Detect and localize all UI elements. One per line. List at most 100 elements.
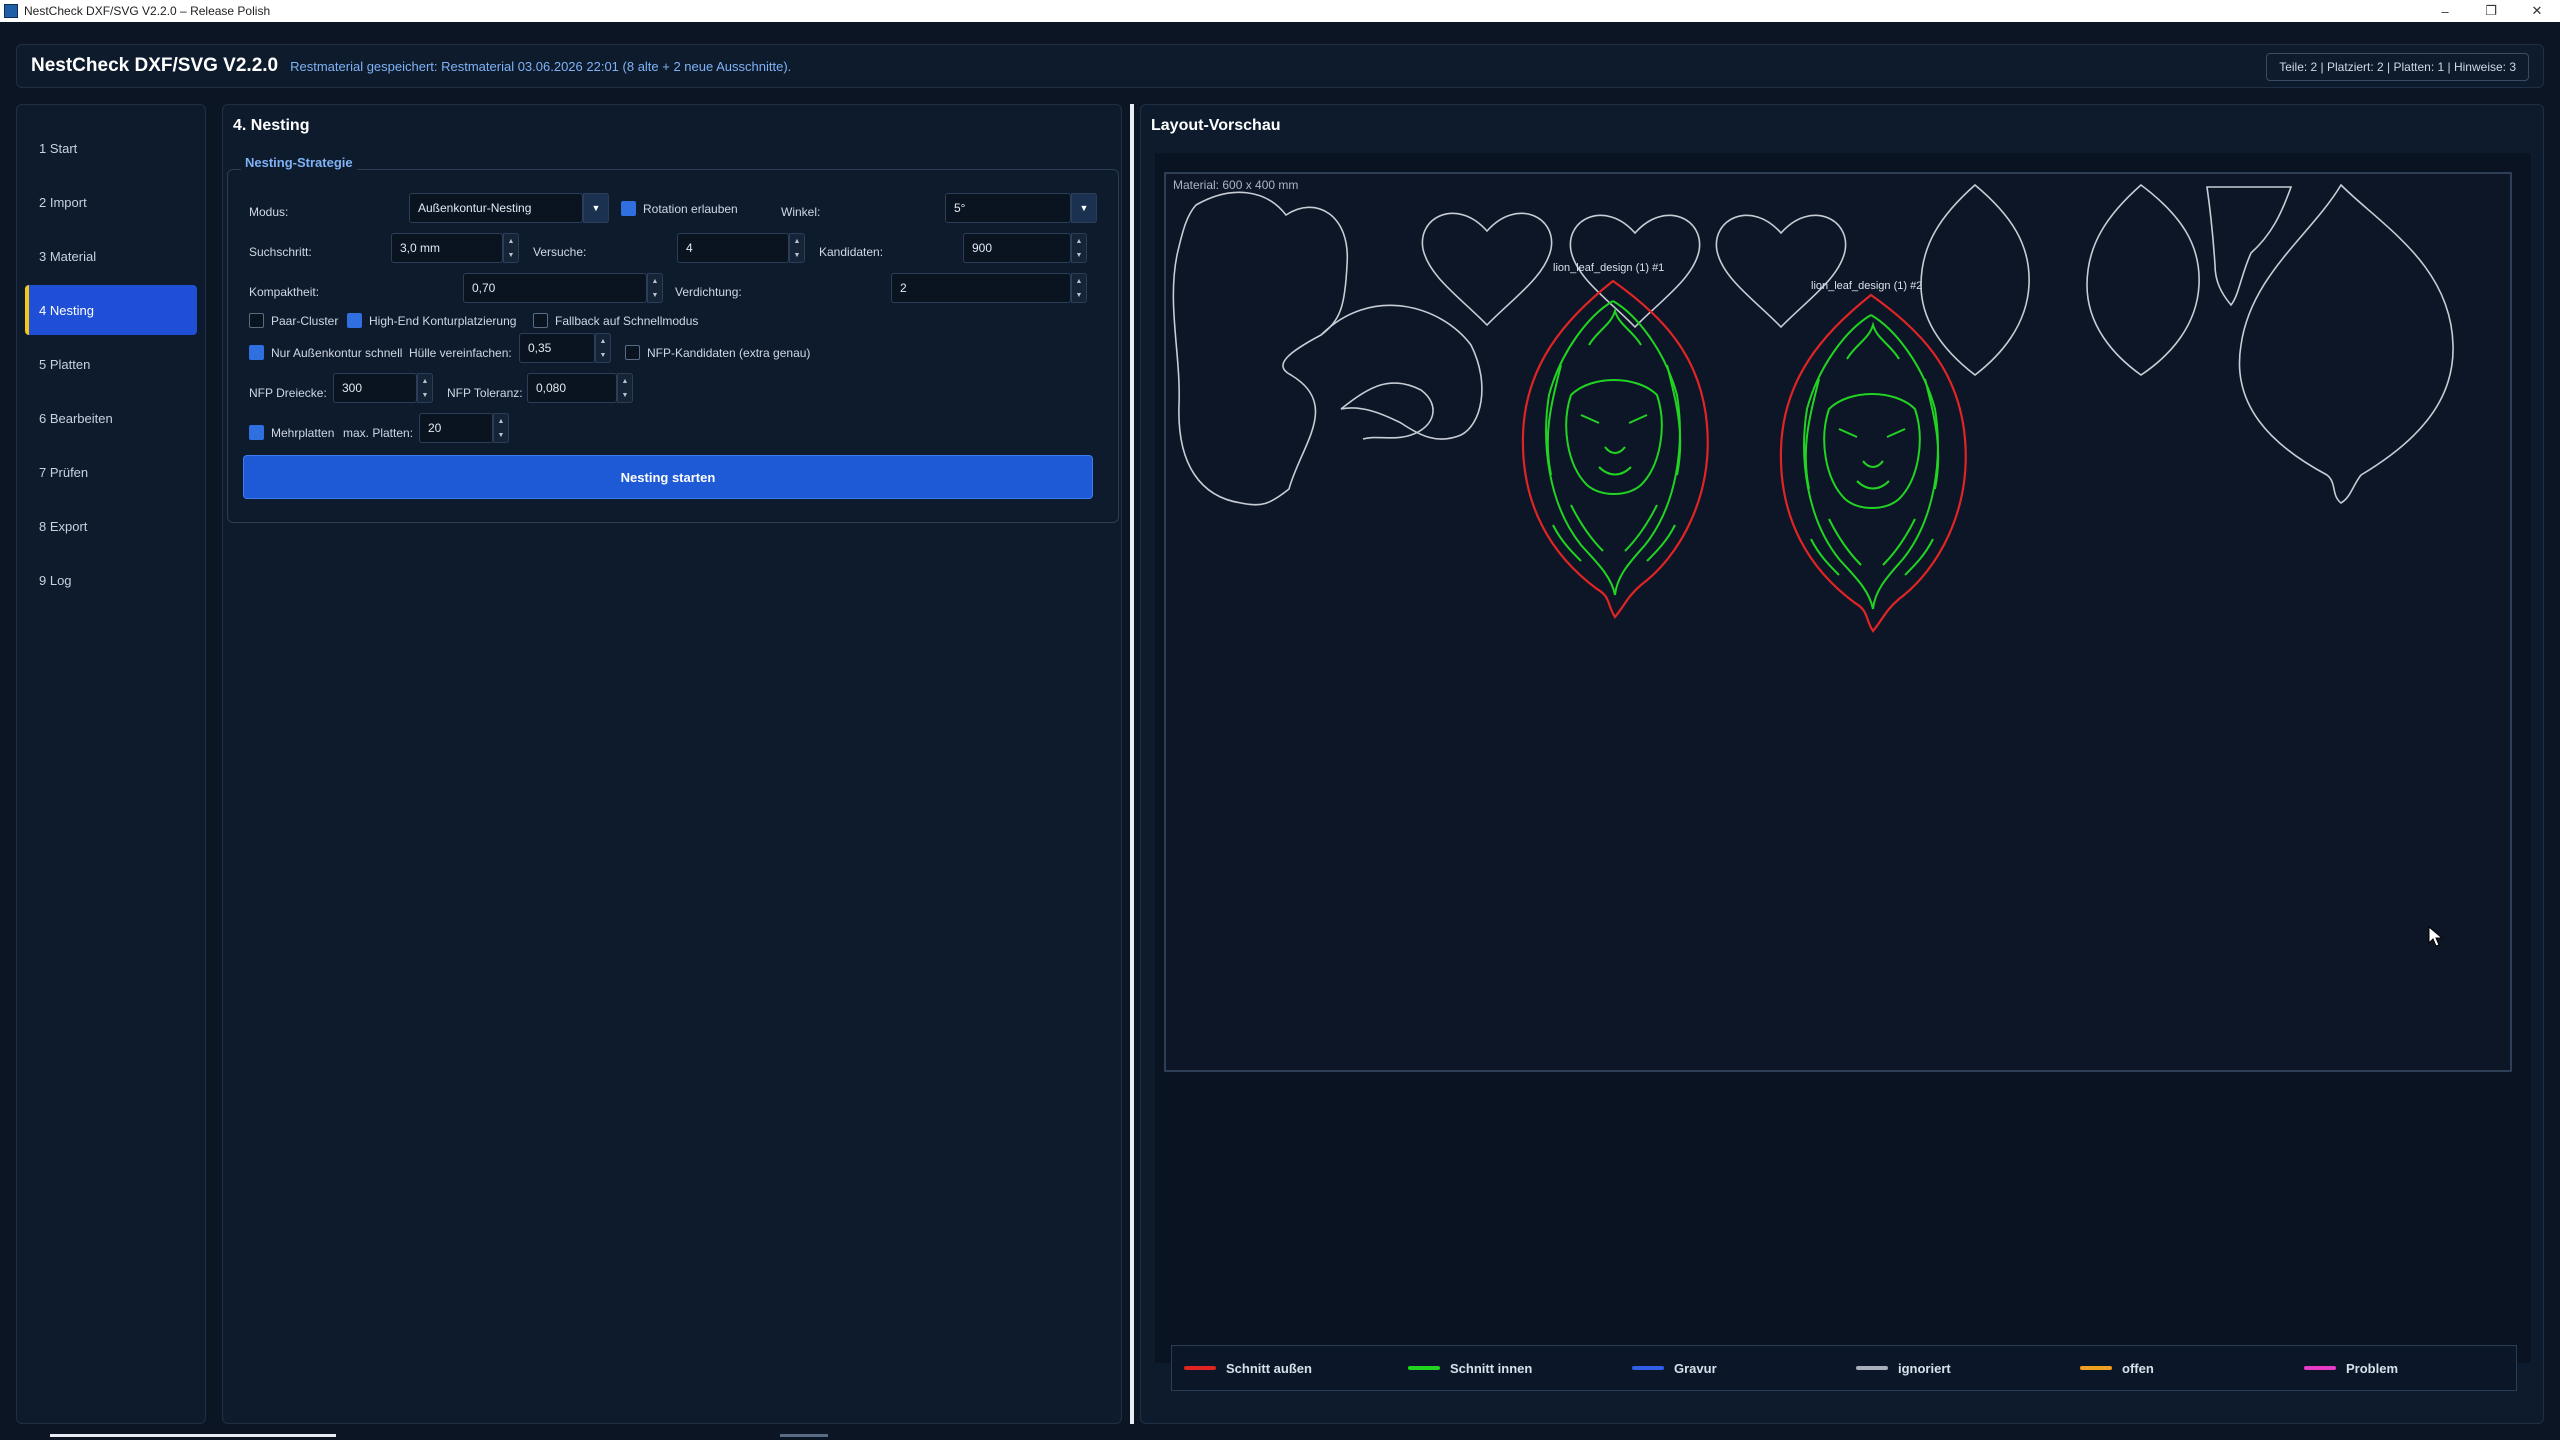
- suchschritt-label: Suchschritt:: [249, 245, 312, 259]
- nur-aussenkontur-label: Nur Außenkontur schnell: [271, 346, 403, 360]
- close-icon[interactable]: ✕: [2514, 0, 2560, 22]
- nfp-toleranz-input[interactable]: 0,080: [527, 373, 617, 403]
- nfp-toleranz-stepper[interactable]: ▲ ▼: [617, 373, 633, 403]
- versuche-input[interactable]: 4: [677, 233, 789, 263]
- part-label-2: lion_leaf_design (1) #2: [1811, 280, 1922, 292]
- legend-label: offen: [2122, 1360, 2154, 1376]
- horizontal-scrollbar-thumb-secondary[interactable]: [780, 1434, 828, 1437]
- mehrplatten-label: Mehrplatten: [271, 426, 335, 440]
- suchschritt-input[interactable]: 3,0 mm: [391, 233, 503, 263]
- arrow-down-icon: ▼: [621, 391, 629, 399]
- arrow-up-icon: ▲: [497, 417, 505, 425]
- arrow-up-icon: ▲: [1075, 277, 1083, 285]
- kompaktheit-stepper[interactable]: ▲ ▼: [647, 273, 663, 303]
- verdichtung-input[interactable]: 2: [891, 273, 1071, 303]
- suchschritt-stepper[interactable]: ▲ ▼: [503, 233, 519, 263]
- nfp-kandidaten-checkbox[interactable]: [625, 345, 640, 360]
- minimize-icon[interactable]: –: [2422, 0, 2468, 22]
- modus-label: Modus:: [249, 205, 289, 219]
- legend-swatch: [1184, 1366, 1216, 1370]
- layout-preview-panel: Layout-Vorschau Material: 600 x 400 mm l…: [1140, 104, 2544, 1424]
- part-label-1: lion_leaf_design (1) #1: [1553, 262, 1664, 274]
- kandidaten-input[interactable]: 900: [963, 233, 1071, 263]
- paar-cluster-checkbox[interactable]: [249, 313, 264, 328]
- legend: Schnitt außen Schnitt innen Gravur ignor…: [1171, 1345, 2517, 1391]
- app-title: NestCheck DXF/SVG V2.2.0: [31, 55, 279, 76]
- winkel-label: Winkel:: [781, 205, 821, 219]
- sidebar-item-pruefen[interactable]: 7 Prüfen: [25, 447, 197, 497]
- arrow-up-icon: ▲: [1075, 237, 1083, 245]
- modus-dropdown-button[interactable]: ▼: [583, 193, 609, 223]
- verdichtung-label: Verdichtung:: [675, 285, 742, 299]
- arrow-down-icon: ▼: [599, 351, 607, 359]
- arrow-down-icon: ▼: [421, 391, 429, 399]
- mehrplatten-checkbox[interactable]: [249, 425, 264, 440]
- kompaktheit-label: Kompaktheit:: [249, 285, 320, 299]
- maximize-icon[interactable]: ❐: [2468, 0, 2514, 22]
- legend-item-outer-cut: Schnitt außen: [1172, 1361, 1396, 1376]
- nesting-layout-drawing[interactable]: Material: 600 x 400 mm lion_leaf_design …: [1141, 105, 2545, 1425]
- summary-counts-badge: Teile: 2 | Platziert: 2 | Platten: 1 | H…: [2266, 53, 2529, 81]
- verdichtung-stepper[interactable]: ▲ ▼: [1071, 273, 1087, 303]
- versuche-stepper[interactable]: ▲ ▼: [789, 233, 805, 263]
- nfp-toleranz-label: NFP Toleranz:: [447, 386, 523, 400]
- arrow-up-icon: ▲: [421, 377, 429, 385]
- arrow-down-icon: ▼: [793, 251, 801, 259]
- legend-item-inner-cut: Schnitt innen: [1396, 1361, 1620, 1376]
- legend-swatch: [1408, 1366, 1440, 1370]
- max-platten-input[interactable]: 20: [419, 413, 493, 443]
- rotation-checkbox[interactable]: [621, 201, 636, 216]
- sidebar-item-material[interactable]: 3 Material: [25, 231, 197, 281]
- rotation-label: Rotation erlauben: [643, 202, 738, 216]
- huelle-input[interactable]: 0,35: [519, 333, 595, 363]
- legend-label: Schnitt außen: [1226, 1360, 1312, 1376]
- window-title: NestCheck DXF/SVG V2.2.0 – Release Polis…: [24, 4, 271, 18]
- arrow-down-icon: ▼: [651, 291, 659, 299]
- sidebar-item-start[interactable]: 1 Start: [25, 123, 197, 173]
- legend-label: Gravur: [1674, 1360, 1717, 1376]
- nfp-dreiecke-input[interactable]: 300: [333, 373, 417, 403]
- legend-label: Problem: [2346, 1360, 2399, 1376]
- legend-swatch: [1632, 1366, 1664, 1370]
- sidebar-item-nesting[interactable]: 4 Nesting: [25, 285, 197, 335]
- sidebar-item-import[interactable]: 2 Import: [25, 177, 197, 227]
- sidebar-item-platten[interactable]: 5 Platten: [25, 339, 197, 389]
- arrow-up-icon: ▲: [621, 377, 629, 385]
- nfp-dreiecke-stepper[interactable]: ▲ ▼: [417, 373, 433, 403]
- kompaktheit-input[interactable]: 0,70: [463, 273, 647, 303]
- chevron-down-icon: ▼: [1079, 203, 1089, 213]
- sidebar-item-export[interactable]: 8 Export: [25, 501, 197, 551]
- legend-label: Schnitt innen: [1450, 1360, 1533, 1376]
- legend-swatch: [2304, 1366, 2336, 1370]
- legend-swatch: [1856, 1366, 1888, 1370]
- sidebar-item-bearbeiten[interactable]: 6 Bearbeiten: [25, 393, 197, 443]
- panel-splitter[interactable]: [1130, 104, 1134, 1424]
- legend-label: ignoriert: [1898, 1360, 1951, 1376]
- sidebar-item-log[interactable]: 9 Log: [25, 555, 197, 605]
- modus-select[interactable]: Außenkontur-Nesting: [409, 193, 583, 223]
- mouse-cursor-icon: [2428, 926, 2444, 947]
- nesting-start-button[interactable]: Nesting starten: [243, 455, 1093, 499]
- chevron-down-icon: ▼: [591, 203, 601, 213]
- group-title: Nesting-Strategie: [241, 155, 357, 170]
- huelle-label: Hülle vereinfachen:: [409, 346, 512, 360]
- legend-swatch: [2080, 1366, 2112, 1370]
- horizontal-scrollbar-thumb[interactable]: [50, 1434, 336, 1437]
- huelle-stepper[interactable]: ▲ ▼: [595, 333, 611, 363]
- arrow-down-icon: ▼: [497, 431, 505, 439]
- fallback-checkbox[interactable]: [533, 313, 548, 328]
- status-message: Restmaterial gespeichert: Restmaterial 0…: [290, 58, 792, 74]
- arrow-down-icon: ▼: [1075, 291, 1083, 299]
- max-platten-stepper[interactable]: ▲ ▼: [493, 413, 509, 443]
- app-header: NestCheck DXF/SVG V2.2.0 Restmaterial ge…: [16, 44, 2544, 88]
- material-label: Material: 600 x 400 mm: [1173, 178, 1298, 192]
- legend-item-ignored: ignoriert: [1844, 1361, 2068, 1376]
- nur-aussenkontur-checkbox[interactable]: [249, 345, 264, 360]
- highend-checkbox[interactable]: [347, 313, 362, 328]
- kandidaten-stepper[interactable]: ▲ ▼: [1071, 233, 1087, 263]
- winkel-dropdown-button[interactable]: ▼: [1071, 193, 1097, 223]
- highend-label: High-End Konturplatzierung: [369, 314, 517, 328]
- winkel-select[interactable]: 5°: [945, 193, 1071, 223]
- versuche-label: Versuche:: [533, 245, 587, 259]
- arrow-up-icon: ▲: [651, 277, 659, 285]
